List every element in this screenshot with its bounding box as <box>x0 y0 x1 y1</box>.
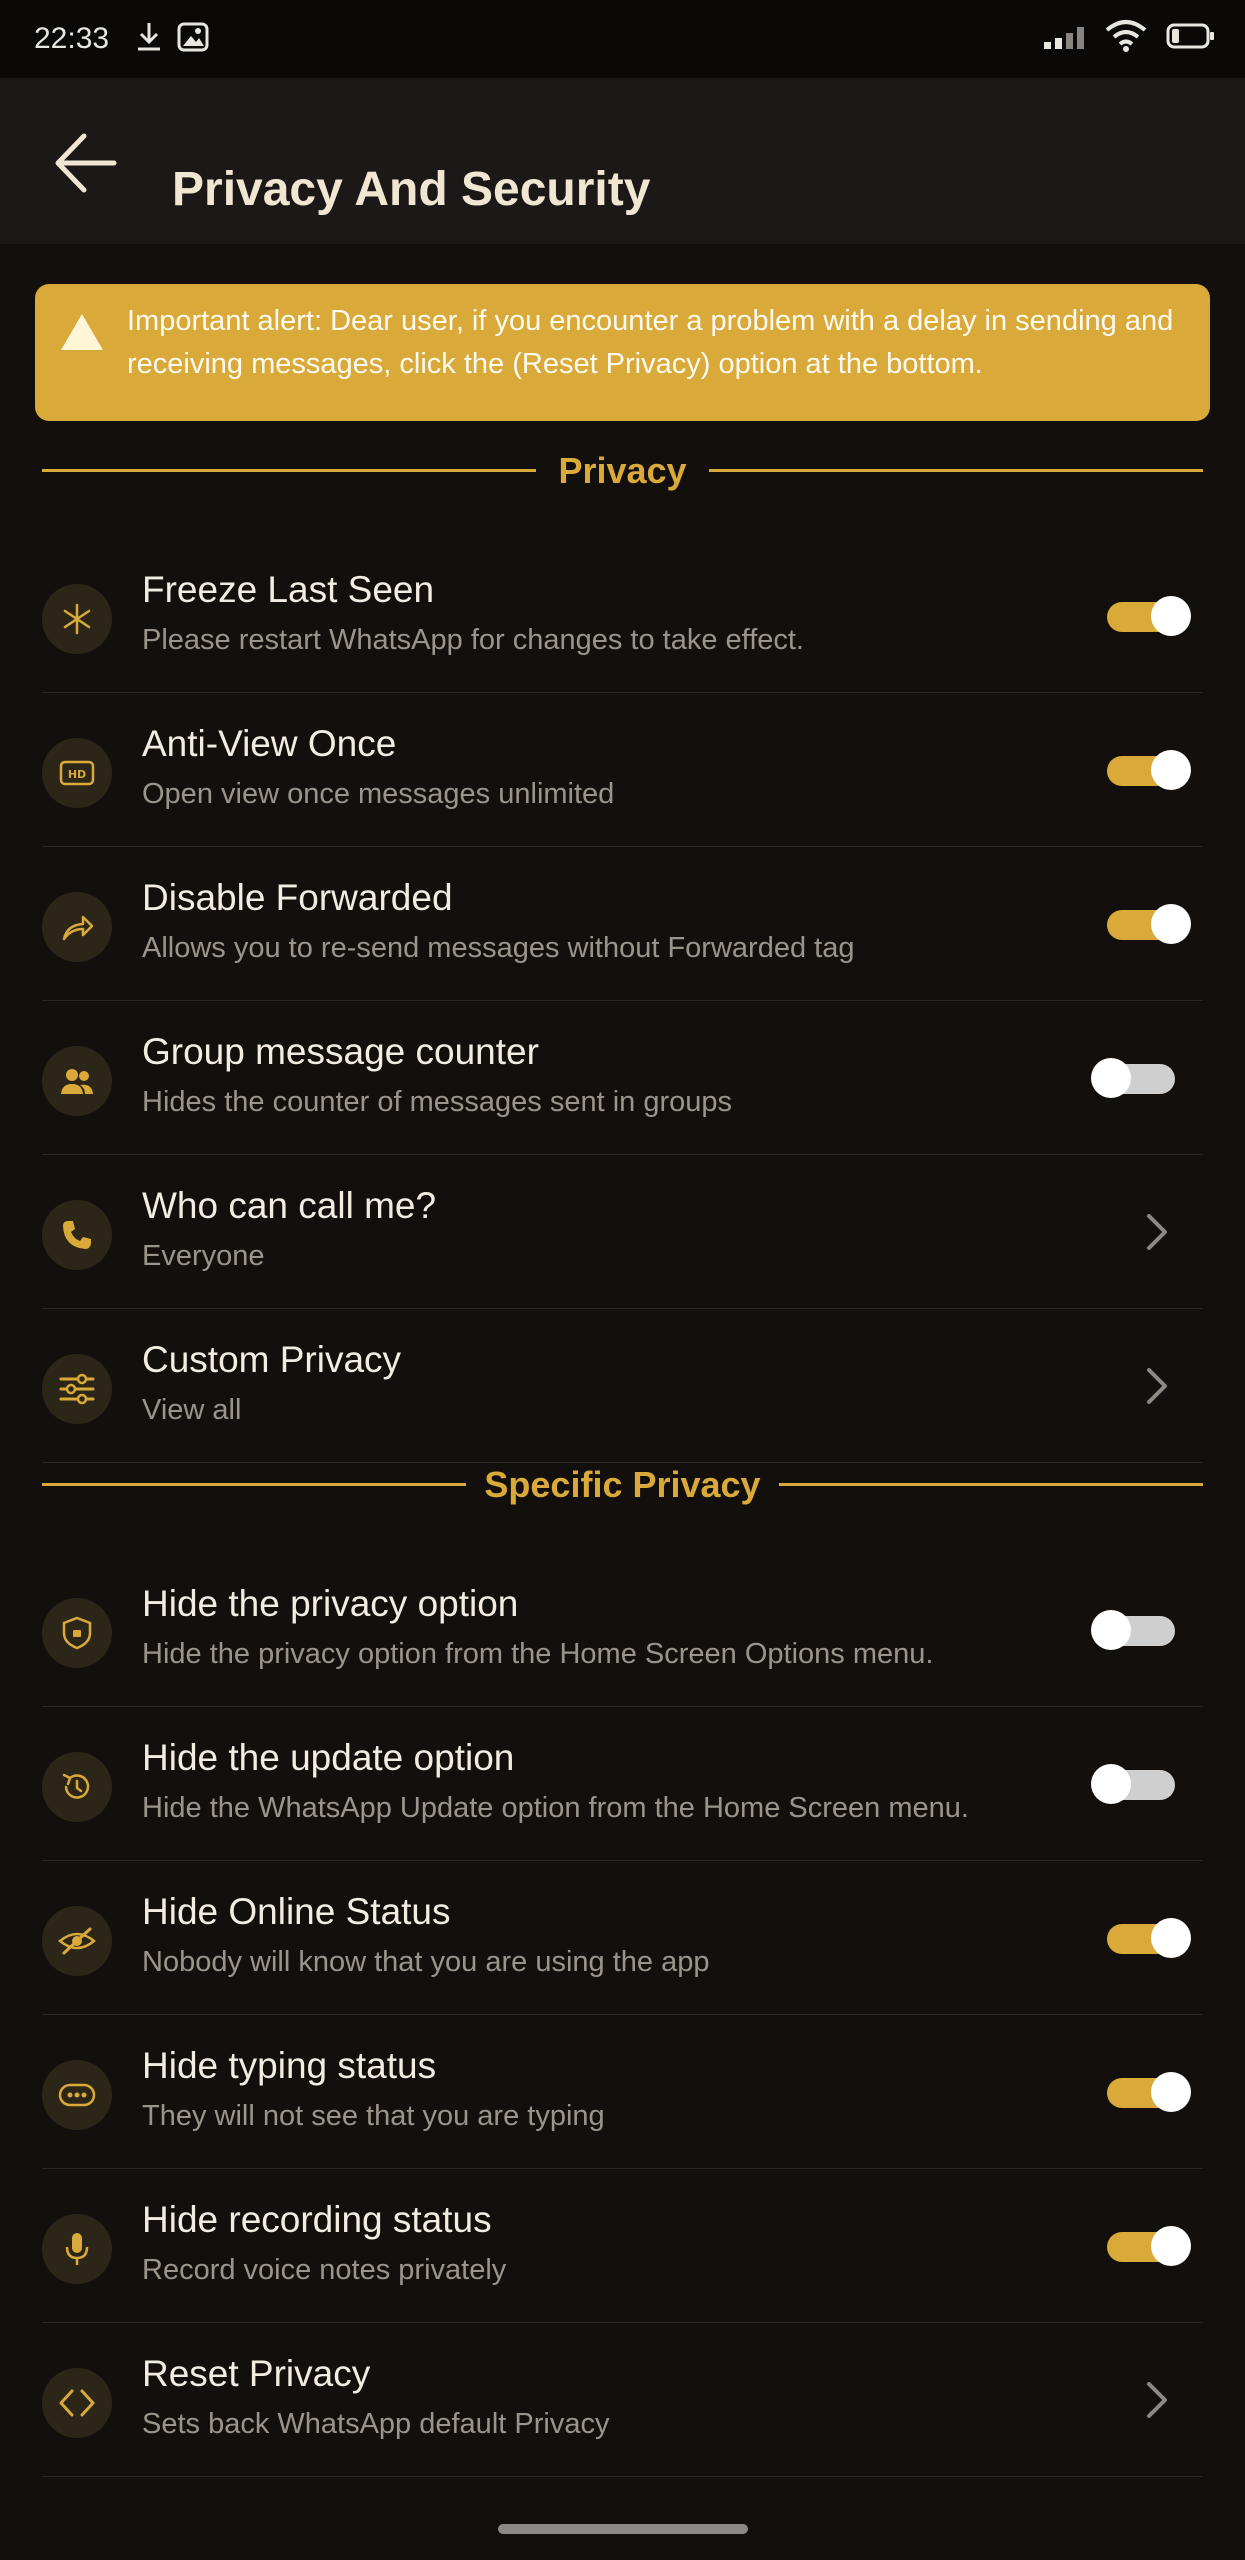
row-title: Custom Privacy <box>142 1339 402 1380</box>
row-title: Who can call me? <box>142 1185 437 1226</box>
row-subtitle: Everyone <box>142 1240 265 1272</box>
row-title: Hide the privacy option <box>142 1583 519 1624</box>
snowflake-icon <box>42 584 112 654</box>
row-custom-privacy[interactable]: Custom Privacy View all <box>42 1308 1203 1463</box>
row-title: Disable Forwarded <box>142 877 453 918</box>
status-time: 22:33 <box>34 22 110 55</box>
row-subtitle: Open view once messages unlimited <box>142 778 615 810</box>
row-group-message-counter[interactable]: Group message counter Hides the counter … <box>42 1000 1203 1155</box>
row-anti-view-once[interactable]: HD Anti-View Once Open view once message… <box>42 692 1203 847</box>
section-title: Specific Privacy <box>484 1464 761 1505</box>
row-subtitle: Hides the counter of messages sent in gr… <box>142 1086 732 1118</box>
row-title: Freeze Last Seen <box>142 569 435 610</box>
section-privacy-header: Privacy <box>42 441 1203 501</box>
row-hide-privacy-option[interactable]: Hide the privacy option Hide the privacy… <box>42 1552 1203 1707</box>
status-bar: 22:33 <box>0 0 1245 78</box>
row-reset-privacy[interactable]: Reset Privacy Sets back WhatsApp default… <box>42 2322 1203 2477</box>
svg-text:HD: HD <box>68 768 86 781</box>
row-freeze-last-seen[interactable]: Freeze Last Seen Please restart WhatsApp… <box>42 538 1203 693</box>
app-bar: Privacy And Security <box>0 78 1245 244</box>
row-subtitle: Sets back WhatsApp default Privacy <box>142 2408 610 2440</box>
restore-icon <box>42 1752 112 1822</box>
hide-update-option-toggle[interactable] <box>1091 1764 1179 1804</box>
mic-icon <box>42 2214 112 2284</box>
group-icon <box>42 1046 112 1116</box>
row-subtitle: Nobody will know that you are using the … <box>142 1946 710 1978</box>
chevron-right-icon <box>1147 1214 1167 1250</box>
row-hide-update-option[interactable]: Hide the update option Hide the WhatsApp… <box>42 1706 1203 1861</box>
row-title: Hide the update option <box>142 1737 515 1778</box>
hide-online-status-toggle[interactable] <box>1103 1918 1191 1958</box>
row-subtitle: Record voice notes privately <box>142 2254 507 2286</box>
row-subtitle: Please restart WhatsApp for changes to t… <box>142 624 804 656</box>
back-arrow-icon[interactable] <box>50 128 120 198</box>
row-title: Hide Online Status <box>142 1891 451 1932</box>
row-title: Reset Privacy <box>142 2353 371 2394</box>
wifi-icon <box>1105 20 1147 52</box>
home-indicator[interactable] <box>498 2524 748 2534</box>
row-subtitle: Allows you to re-send messages without F… <box>142 932 855 964</box>
hide-typing-status-toggle[interactable] <box>1103 2072 1191 2112</box>
row-title: Hide typing status <box>142 2045 437 2086</box>
section-title: Privacy <box>558 450 687 491</box>
disable-forwarded-toggle[interactable] <box>1103 904 1191 944</box>
section-specific-privacy-header: Specific Privacy <box>42 1455 1203 1515</box>
row-subtitle: They will not see that you are typing <box>142 2100 605 2132</box>
forward-icon <box>42 892 112 962</box>
warning-icon <box>61 314 103 350</box>
shield-icon <box>42 1598 112 1668</box>
anti-view-once-toggle[interactable] <box>1103 750 1191 790</box>
row-subtitle: Hide the privacy option from the Home Sc… <box>142 1638 934 1670</box>
sliders-icon <box>42 1354 112 1424</box>
signal-icon <box>1044 27 1084 49</box>
group-message-counter-toggle[interactable] <box>1091 1058 1179 1098</box>
row-title: Hide recording status <box>142 2199 492 2240</box>
important-alert: Important alert: Dear user, if you encou… <box>35 284 1210 421</box>
download-icon <box>138 23 160 51</box>
freeze-last-seen-toggle[interactable] <box>1103 596 1191 636</box>
chevron-right-icon <box>1147 1368 1167 1404</box>
phone-icon <box>42 1200 112 1270</box>
row-title: Anti-View Once <box>142 723 397 764</box>
row-hide-typing-status[interactable]: Hide typing status They will not see tha… <box>42 2014 1203 2169</box>
alert-text: Important alert: Dear user, if you encou… <box>127 305 1174 380</box>
hide-privacy-option-toggle[interactable] <box>1091 1610 1179 1650</box>
typing-icon <box>42 2060 112 2130</box>
row-subtitle: Hide the WhatsApp Update option from the… <box>142 1792 969 1824</box>
row-who-can-call-me[interactable]: Who can call me? Everyone <box>42 1154 1203 1309</box>
row-subtitle: View all <box>142 1394 242 1426</box>
row-disable-forwarded[interactable]: Disable Forwarded Allows you to re-send … <box>42 846 1203 1001</box>
battery-icon <box>1166 23 1214 49</box>
eye-off-icon <box>42 1906 112 1976</box>
hd-icon: HD <box>42 738 112 808</box>
page-title: Privacy And Security <box>172 163 651 216</box>
row-hide-online-status[interactable]: Hide Online Status Nobody will know that… <box>42 1860 1203 2015</box>
image-icon <box>177 22 209 52</box>
row-title: Group message counter <box>142 1031 539 1072</box>
row-hide-recording-status[interactable]: Hide recording status Record voice notes… <box>42 2168 1203 2323</box>
hide-recording-status-toggle[interactable] <box>1103 2226 1191 2266</box>
code-icon <box>42 2368 112 2438</box>
chevron-right-icon <box>1147 2382 1167 2418</box>
